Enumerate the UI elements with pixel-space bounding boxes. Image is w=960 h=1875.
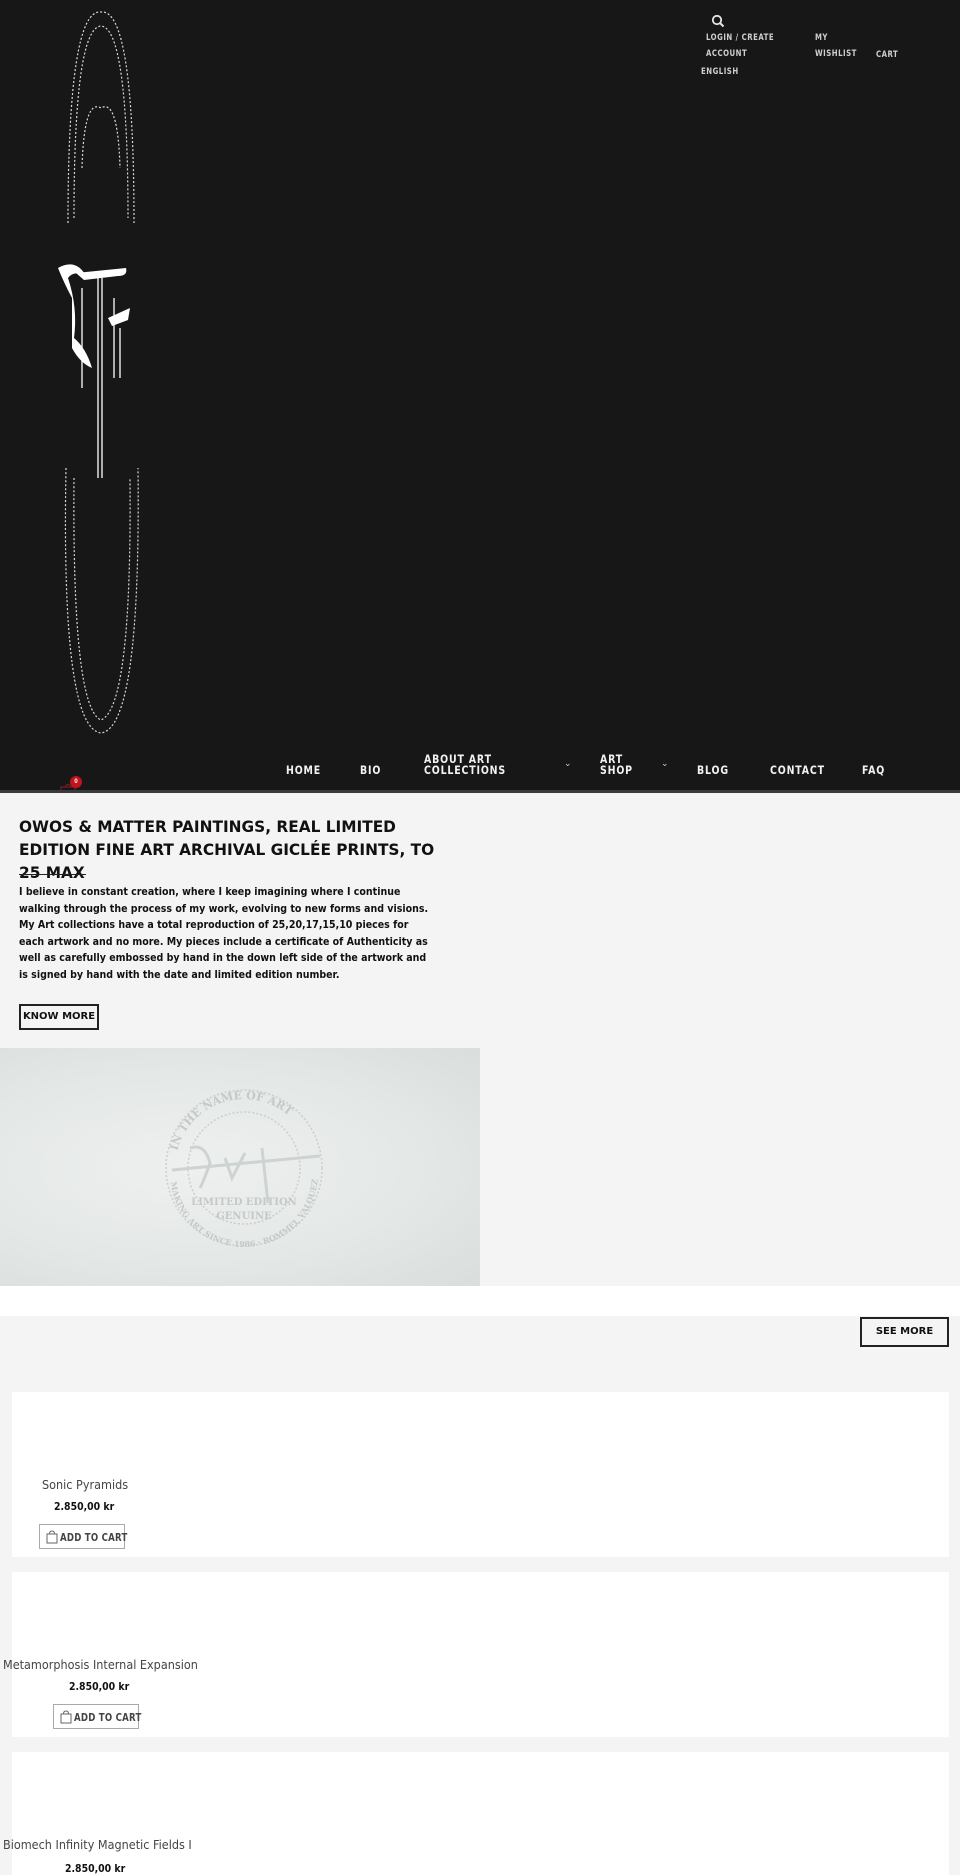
intro-text: I believe in constant creation, where I …: [19, 887, 429, 981]
product-card[interactable]: Sonic Pyramids 2.850,00 kr ADD TO CART: [12, 1392, 949, 1557]
nav-art-shop[interactable]: ART SHOP: [600, 753, 633, 776]
add-to-cart-button[interactable]: ADD TO CART: [53, 1704, 142, 1729]
see-more-button[interactable]: SEE MORE: [860, 1317, 949, 1347]
nav-faq[interactable]: FAQ: [862, 764, 885, 776]
know-more-button[interactable]: KNOW MORE: [19, 1004, 99, 1030]
product-price: 2.850,00 kr: [54, 1500, 115, 1513]
seal-edition-text: LIMITED EDITION: [191, 1197, 297, 1208]
intro-section: OWOS & MATTER PAINTINGS, REAL LIMITED ED…: [0, 793, 960, 1048]
my-wishlist-link[interactable]: MY WISHLIST: [815, 30, 872, 62]
add-to-cart-label: ADD TO CART: [74, 1711, 142, 1724]
seal-top-text: IN THE NAME OF ART: [168, 1089, 296, 1152]
seal-genuine-text: GENUINE: [216, 1211, 272, 1222]
login-create-account-link[interactable]: LOGIN / CREATE ACCOUNT: [706, 30, 813, 62]
section-divider: [0, 1286, 960, 1316]
nav-contact[interactable]: CONTACT: [770, 764, 825, 776]
product-name[interactable]: Metamorphosis Internal Expansion: [3, 1657, 198, 1672]
site-logo[interactable]: [56, 8, 146, 738]
product-price: 2.850,00 kr: [65, 1862, 126, 1875]
shopping-bag-icon: [46, 1530, 58, 1544]
cart-count-badge: 0: [70, 776, 82, 788]
product-name[interactable]: Biomech Infinity Magnetic Fields I: [3, 1837, 192, 1852]
add-to-cart-label: ADD TO CART: [60, 1531, 128, 1544]
title-underline: [19, 874, 86, 875]
product-name[interactable]: Sonic Pyramids: [42, 1477, 128, 1492]
svg-text:IN THE NAME OF ART: IN THE NAME OF ART: [168, 1089, 296, 1152]
search-icon[interactable]: [711, 14, 725, 28]
shopping-bag-icon: [60, 1710, 72, 1724]
image-spacer: [480, 1048, 960, 1286]
nav-bio[interactable]: BIO: [360, 764, 381, 776]
nav-home[interactable]: HOME: [286, 764, 321, 776]
chevron-down-icon[interactable]: ⌄: [564, 759, 572, 768]
cart-link[interactable]: CART: [876, 47, 898, 63]
product-price: 2.850,00 kr: [69, 1680, 130, 1693]
chevron-down-icon[interactable]: ⌄: [661, 759, 669, 768]
site-header: LOGIN / CREATE ACCOUNT MY WISHLIST CART …: [0, 0, 960, 794]
nav-blog[interactable]: BLOG: [697, 764, 729, 776]
nav-about-art-collections[interactable]: ABOUT ART COLLECTIONS: [424, 753, 514, 776]
product-card[interactable]: Metamorphosis Internal Expansion 2.850,0…: [3, 1572, 949, 1737]
embossed-seal-image: IN THE NAME OF ART MAKING ART SINCE 1986…: [0, 1048, 480, 1286]
language-selector[interactable]: ENGLISH: [701, 64, 739, 80]
add-to-cart-button[interactable]: ADD TO CART: [39, 1524, 128, 1549]
product-card[interactable]: Biomech Infinity Magnetic Fields I 2.850…: [3, 1752, 949, 1875]
embossed-seal: IN THE NAME OF ART MAKING ART SINCE 1986…: [165, 1089, 323, 1249]
